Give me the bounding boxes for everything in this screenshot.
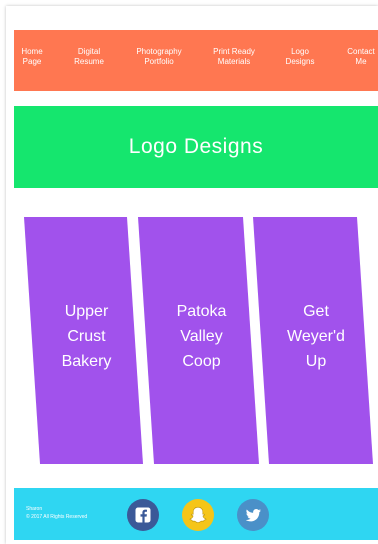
nav-logo-designs[interactable]: Logo Designs <box>286 47 315 67</box>
nav-print-ready-materials[interactable]: Print Ready Materials <box>213 47 255 67</box>
facebook-link[interactable] <box>127 499 159 531</box>
main-nav: Home Page Digital Resume Photography Por… <box>14 30 378 91</box>
logo-card-label: Get Weyer'd Up <box>287 303 345 370</box>
facebook-icon <box>127 499 159 531</box>
footer-copyright: Sharon © 2017 All Rights Reserved <box>26 506 88 520</box>
logo-card-patoka-valley-coop[interactable]: Patoka Valley Coop <box>138 217 259 464</box>
page-footer: Sharon © 2017 All Rights Reserved <box>14 488 378 540</box>
nav-photography-portfolio[interactable]: Photography Portfolio <box>136 47 181 67</box>
logo-card-upper-crust-bakery[interactable]: Upper Crust Bakery <box>24 217 143 464</box>
nav-digital-resume[interactable]: Digital Resume <box>74 47 104 67</box>
page-title: Logo Designs <box>128 135 264 158</box>
snapchat-link[interactable] <box>182 499 214 531</box>
logo-card-label: Upper Crust Bakery <box>61 303 112 370</box>
snapchat-icon <box>182 499 214 531</box>
page-header: Logo Designs <box>14 106 378 188</box>
nav-home-page[interactable]: Home Page <box>21 47 42 67</box>
nav-contact-me[interactable]: Contact Me <box>347 47 375 67</box>
logo-card-label: Patoka Valley Coop <box>176 303 227 370</box>
logo-card-get-weyerd-up[interactable]: Get Weyer'd Up <box>253 217 373 464</box>
twitter-link[interactable] <box>237 499 269 531</box>
twitter-icon <box>237 499 269 531</box>
